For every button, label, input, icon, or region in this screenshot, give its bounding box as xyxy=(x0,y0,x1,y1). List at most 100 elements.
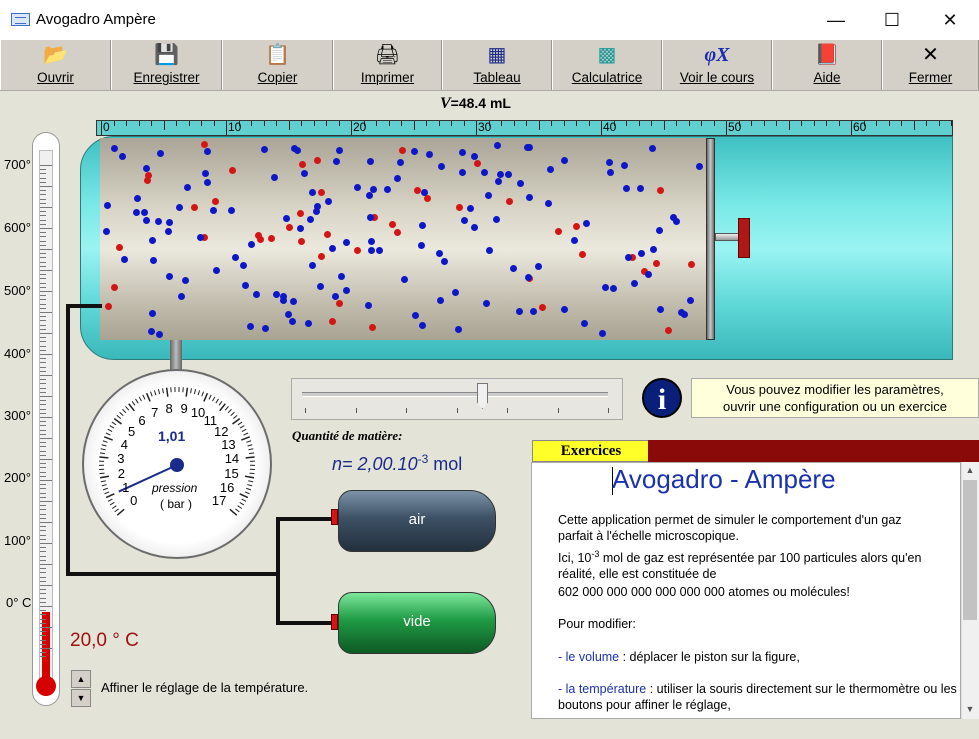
air-bottle[interactable]: air xyxy=(338,490,496,552)
gauge-tick xyxy=(102,487,108,491)
vacuum-bottle[interactable]: vide xyxy=(338,592,496,654)
piston[interactable] xyxy=(706,138,715,340)
gauge-number: 4 xyxy=(120,436,129,452)
piston-rod[interactable] xyxy=(715,233,739,241)
info-line-2: ouvrir une configuration ou un exercice xyxy=(722,399,948,414)
gas-particle xyxy=(555,227,563,235)
gas-particle xyxy=(336,147,344,155)
gas-particle xyxy=(332,292,340,300)
save-button[interactable]: 💾 Enregistrer xyxy=(111,40,222,90)
gauge-tick xyxy=(247,444,253,447)
save-label: Enregistrer xyxy=(133,70,200,85)
piston-handle[interactable] xyxy=(738,218,750,258)
scroll-up-button[interactable]: ▲ xyxy=(961,462,979,479)
ruler-tick xyxy=(401,121,402,126)
thermometer-tick xyxy=(40,169,46,171)
gauge-tick xyxy=(111,505,117,509)
gas-particle xyxy=(418,322,426,330)
gas-particle xyxy=(294,146,302,154)
gas-particle xyxy=(323,230,331,238)
gas-particle xyxy=(366,157,374,165)
print-button[interactable]: 🖨 Imprimer xyxy=(333,40,442,90)
gas-particle xyxy=(149,256,157,264)
gas-particle xyxy=(605,159,613,167)
thermometer-tick xyxy=(40,606,52,607)
temp-label-200: 200° xyxy=(4,470,31,485)
gauge-tick xyxy=(135,398,139,404)
tab-exercises[interactable]: Exercices xyxy=(532,440,650,462)
temperature-link[interactable]: - la température xyxy=(558,682,646,696)
gauge-number: 2 xyxy=(117,466,125,482)
thermometer-tube[interactable] xyxy=(39,150,53,680)
info-icon[interactable]: i xyxy=(642,378,682,418)
thermometer-tick xyxy=(40,543,52,544)
temperature-down-button[interactable]: ▼ xyxy=(71,689,91,707)
gauge-tick xyxy=(125,406,130,411)
ruler-tick xyxy=(676,121,677,126)
parameter-slider[interactable] xyxy=(291,378,623,420)
gas-particle xyxy=(297,237,305,245)
gas-particle xyxy=(299,160,307,168)
ruler-tick xyxy=(263,121,265,126)
gauge-tick xyxy=(109,425,115,429)
view-course-button[interactable]: φX Voir le cours xyxy=(662,40,772,90)
volume-link[interactable]: - le volume xyxy=(558,650,619,664)
gauge-tick xyxy=(235,508,240,513)
thermometer-tick xyxy=(40,190,46,192)
pipe-segment xyxy=(276,517,280,625)
gauge-tick xyxy=(113,418,122,425)
ruler-tick xyxy=(576,121,577,126)
exercise-title: Avogadro - Ampère xyxy=(612,464,836,494)
help-button[interactable]: 📕 Aide xyxy=(772,40,882,90)
ruler-tick xyxy=(426,121,427,126)
ruler-tick xyxy=(213,121,215,126)
vacuum-valve[interactable] xyxy=(331,614,338,630)
gauge-tick xyxy=(99,452,105,455)
slider-track[interactable] xyxy=(302,392,608,397)
close-button[interactable]: ✕ Fermer xyxy=(882,40,979,90)
gas-particle xyxy=(396,158,404,166)
gauge-tick xyxy=(237,505,243,509)
gas-particle xyxy=(366,213,374,221)
thermometer-tick xyxy=(40,530,46,532)
temperature-up-button[interactable]: ▲ xyxy=(71,670,91,688)
gas-particle xyxy=(582,220,590,228)
thermometer-tick xyxy=(40,278,46,280)
air-valve[interactable] xyxy=(331,509,338,525)
ruler-tick xyxy=(176,121,177,126)
copy-button[interactable]: 📋 Copier xyxy=(222,40,333,90)
gas-particle xyxy=(142,217,150,225)
open-button[interactable]: 📂 Ouvrir xyxy=(0,40,111,90)
calculator-button[interactable]: ▩ Calculatrice xyxy=(552,40,662,90)
ruler-tick xyxy=(938,121,940,126)
exercise-paragraph-2: Ici, 10-3 mol de gaz est représentée par… xyxy=(558,549,922,582)
temperature-readout: 20,0 ° C xyxy=(70,630,139,651)
thermometer-tick xyxy=(40,270,52,271)
scroll-down-button[interactable]: ▼ xyxy=(961,701,979,718)
table-button[interactable]: ▦ Tableau xyxy=(442,40,552,90)
scroll-thumb[interactable] xyxy=(963,480,977,620)
gauge-tick xyxy=(246,487,252,491)
gas-particle xyxy=(203,179,211,187)
gas-particle xyxy=(201,141,209,149)
exercise-paragraph-5: - le volume : déplacer le piston sur la … xyxy=(558,650,800,664)
gas-particle xyxy=(494,142,502,150)
gas-particle xyxy=(318,253,326,261)
thermometer-tick xyxy=(40,463,46,465)
gauge-tick xyxy=(107,428,113,432)
gauge-tick xyxy=(138,396,142,402)
gas-particle xyxy=(459,168,467,176)
close-window-button[interactable]: ✕ xyxy=(922,0,978,40)
ruler-tick xyxy=(376,121,377,126)
gas-particle xyxy=(175,203,183,211)
ruler-tick xyxy=(113,121,115,126)
gauge-tick xyxy=(114,508,119,513)
minimize-button[interactable]: — xyxy=(808,0,864,40)
thermometer-tick xyxy=(40,186,52,187)
thermometer-tick xyxy=(40,366,46,368)
help-label: Aide xyxy=(813,70,841,85)
maximize-button[interactable]: ☐ xyxy=(864,0,920,40)
ruler-tick xyxy=(638,121,640,126)
exercise-paragraph-6: - la température : utiliser la souris di… xyxy=(558,682,957,712)
window-title: Avogadro Ampère xyxy=(36,11,156,28)
